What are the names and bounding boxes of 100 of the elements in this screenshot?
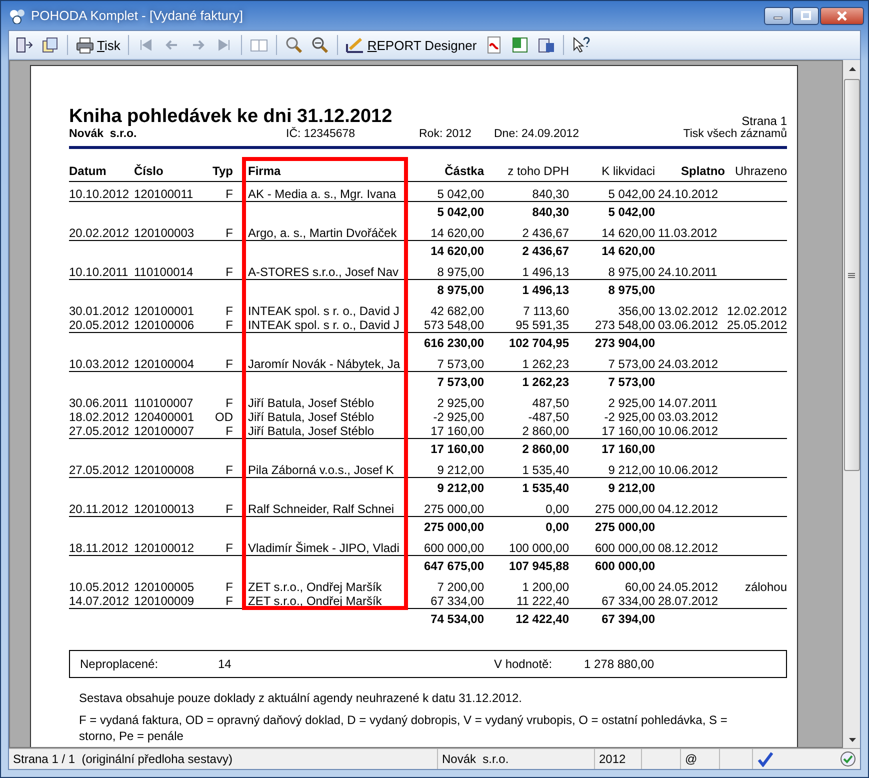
table-cell-text: ZET s.r.o., Ondřej Maršík <box>247 594 383 608</box>
column-header: z toho DPH <box>506 164 569 178</box>
table-cell-text: ZET s.r.o., Ondřej Maršík <box>247 580 383 594</box>
table-cell-text: 17 160,00 <box>600 442 655 456</box>
table-cell-text: 14.07.2011 <box>657 396 718 410</box>
table-cell-text: 1 535,40 <box>521 463 569 477</box>
table-cell-text: 275 000,00 <box>422 520 484 534</box>
minimize-button[interactable] <box>764 6 791 24</box>
table-cell-text: 120100005 <box>134 580 196 594</box>
company-name: Novák s.r.o. <box>69 128 138 140</box>
table-cell-text: 95 591,35 <box>514 318 569 332</box>
column-header: Uhrazeno <box>734 164 787 178</box>
column-header: Datum <box>69 164 108 178</box>
close-icon <box>837 10 847 20</box>
table-cell-text: 74 534,00 <box>430 612 484 626</box>
table-cell-text: 600 000,00 <box>594 541 655 555</box>
table-cell-text: INTEAK spol. s r. o., David J <box>247 304 400 318</box>
table-cell-text: 110100007 <box>134 396 194 410</box>
table-cell-text: 14 620,00 <box>430 226 484 240</box>
scroll-down-icon <box>848 736 856 742</box>
page-number: Strana 1 <box>742 114 787 128</box>
scrollbar[interactable] <box>843 60 860 748</box>
table-cell-text: 275 000,00 <box>594 502 655 516</box>
table-cell-text: F <box>224 580 234 594</box>
table-cell-text: 14.07.2012 <box>69 594 130 608</box>
table-cell-text: 2 860,00 <box>521 442 569 456</box>
table-cell-text: INTEAK spol. s r. o., David J <box>247 318 400 332</box>
table-cell-text: 1 535,40 <box>521 480 569 494</box>
table-cell-text: 10.03.2012 <box>69 357 130 371</box>
table-cell-text: 5 042,00 <box>436 204 484 218</box>
table-cell-text: 25.05.2012 <box>726 318 787 332</box>
table-cell-text: 30.01.2012 <box>69 304 130 318</box>
table-cell-text: 573 548,00 <box>422 318 484 332</box>
checkmark-icon <box>757 751 773 767</box>
table-cell-text: F <box>224 594 234 608</box>
total-value: 1 278 880,00 <box>584 657 656 671</box>
table-cell-text: A-STORES s.r.o., Josef Nav <box>247 265 400 279</box>
table-cell-text: 120100003 <box>134 226 196 240</box>
table-cell-text: 04.12.2012 <box>657 502 720 516</box>
table-cell-text: 273 904,00 <box>594 336 655 350</box>
status-page: Strana 1 / 1 (originální předloha sestavy) <box>9 749 438 769</box>
table-cell-text: 17 160,00 <box>600 424 655 438</box>
table-cell-text: 17 160,00 <box>430 442 484 456</box>
footnote: Sestava obsahuje pouze doklady z aktuální agendy neuhrazené k datu 31.12.2012. <box>79 690 523 706</box>
app-logo-icon <box>9 8 25 24</box>
table-cell-text: F <box>224 357 234 371</box>
zoom-out-icon <box>311 36 330 54</box>
table-cell-text: 13.02.2012 <box>657 304 720 318</box>
company-id: IČ: 12345678 <box>286 128 356 140</box>
table-cell-text: 18.11.2012 <box>69 541 130 555</box>
table-cell-text: 11.03.2012 <box>657 226 718 240</box>
table-cell-text: Jiří Batula, Josef Stéblo <box>247 410 376 424</box>
table-cell-text: 600 000,00 <box>594 558 655 572</box>
printer-icon <box>76 36 94 54</box>
table-cell-text: 1 496,13 <box>521 282 569 296</box>
table-cell-text: 24.05.2012 <box>657 580 720 594</box>
table-cell-text: F <box>224 396 234 410</box>
table-cell-text: 20.11.2012 <box>69 502 130 516</box>
table-cell-text: 20.02.2012 <box>69 226 130 240</box>
report-designer-button[interactable]: REPORT Designer <box>344 35 479 55</box>
table-cell-text: F <box>224 463 234 477</box>
table-cell-text: Jiří Batula, Josef Stéblo <box>247 396 376 410</box>
status-email: @ <box>681 749 720 769</box>
table-cell-text: 24.10.2012 <box>657 187 720 201</box>
table-cell-text: Jaromír Novák - Nábytek, Ja <box>247 357 402 371</box>
table-cell-text: 8 975,00 <box>436 265 484 279</box>
table-cell-text: -2 925,00 <box>603 410 655 424</box>
ruler-pencil-icon <box>346 36 364 54</box>
table-cell-text: 600 000,00 <box>422 541 484 555</box>
table-cell-text: Ralf Schneider, Ralf Schnei <box>247 502 396 516</box>
table-cell-text: 10.10.2011 <box>69 265 130 279</box>
table-cell-text: 120100011 <box>134 187 194 201</box>
table-cell-text: 10.06.2012 <box>657 463 720 477</box>
table-cell-text: 14 620,00 <box>430 244 484 258</box>
print-button[interactable]: Tisk <box>74 35 122 55</box>
unpaid-count: 14 <box>218 657 232 671</box>
table-cell-text: 67 394,00 <box>600 612 655 626</box>
table-cell-text: 120100007 <box>134 424 196 438</box>
table-cell-text: 840,30 <box>531 187 569 201</box>
table-cell-text: 17 160,00 <box>430 424 484 438</box>
table-cell-text: 5 042,00 <box>436 187 484 201</box>
table-cell-text: 10.05.2012 <box>69 580 130 594</box>
table-cell-text: Vladimír Šimek - JIPO, Vladi <box>247 541 400 555</box>
maximize-button[interactable] <box>792 6 819 24</box>
table-cell-text: AK - Media a. s., Mgr. Ivana <box>247 187 398 201</box>
table-cell-text: 7 573,00 <box>436 357 484 371</box>
table-cell-text: F <box>224 541 234 555</box>
close-button[interactable] <box>820 6 864 24</box>
table-cell-text: 5 042,00 <box>607 204 655 218</box>
table-cell-text: 356,00 <box>617 304 655 318</box>
table-cell-text: 120100001 <box>134 304 196 318</box>
spreadsheet-export-icon <box>510 36 529 54</box>
table-cell-text: 60,00 <box>624 580 655 594</box>
table-cell-text: 9 212,00 <box>607 463 655 477</box>
table-cell-text: 67 334,00 <box>600 594 655 608</box>
table-cell-text: 9 212,00 <box>436 463 484 477</box>
status-company: Novák s.r.o. <box>438 749 595 769</box>
table-cell-text: 10.10.2012 <box>69 187 130 201</box>
table-cell-text: 12 422,40 <box>514 612 569 626</box>
column-header: Částka <box>444 164 484 178</box>
